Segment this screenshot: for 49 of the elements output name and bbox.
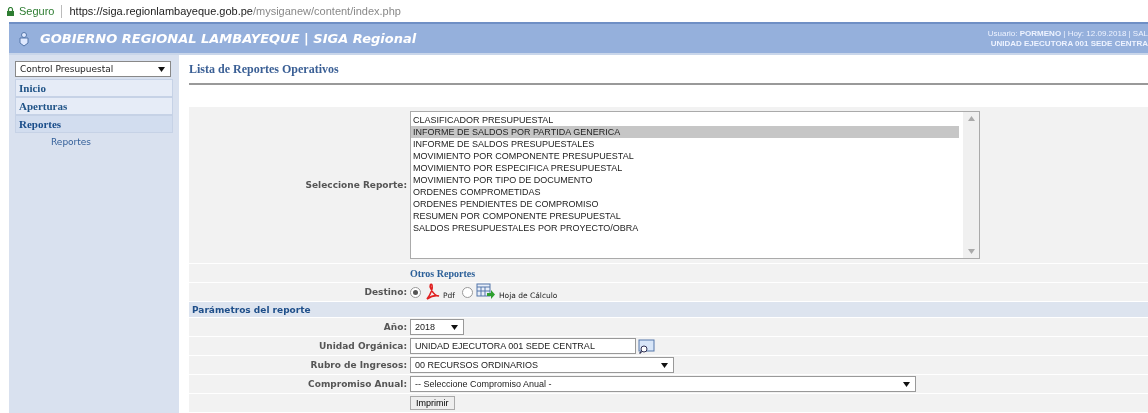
pdf-icon <box>424 283 440 301</box>
list-option[interactable]: INFORME DE SALDOS POR PARTIDA GENERICA <box>411 126 959 138</box>
caret-icon <box>451 324 458 330</box>
field-label: Año: <box>383 322 407 332</box>
security-label: Seguro <box>19 5 55 17</box>
select-field[interactable]: 2018 <box>410 319 464 335</box>
url-text[interactable]: https://siga.regionlambayeque.gob.pe/mysiganew/content/index.php <box>69 5 401 17</box>
list-option[interactable]: MOVIMIENTO POR COMPONENTE PRESUPUESTAL <box>411 150 959 162</box>
list-option[interactable]: SALDOS PRESUPUESTALES POR PROYECTO/OBRA <box>411 222 959 234</box>
report-list[interactable] <box>410 111 980 259</box>
other-reports-link[interactable]: Otros Reportes <box>410 267 476 279</box>
sidebar-item[interactable]: Inicio <box>15 79 173 97</box>
radio-button[interactable] <box>461 286 473 298</box>
page-title: Lista de Reportes Operativos <box>189 55 1148 85</box>
list-option[interactable]: INFORME DE SALDOS PRESUPUESTALES <box>411 138 959 150</box>
field-label: Rubro de Ingresos: <box>310 360 407 370</box>
list-option[interactable]: ORDENES COMPROMETIDAS <box>411 186 959 198</box>
sidebar-subitem[interactable]: Reportes <box>9 133 179 147</box>
list-option[interactable]: MOVIMIENTO POR ESPECIFICA PRESUPUESTAL <box>411 162 959 174</box>
sidebar-item[interactable]: Reportes <box>15 115 173 133</box>
print-button[interactable]: Imprimir <box>410 396 455 410</box>
scroll-up-icon[interactable] <box>967 116 975 121</box>
list-option[interactable]: MOVIMIENTO POR TIPO DE DOCUMENTO <box>411 174 959 186</box>
field-label: Compromiso Anual: <box>308 379 407 389</box>
select-field[interactable]: 00 RECURSOS ORDINARIOS <box>410 357 674 373</box>
module-select[interactable]: Control Presupuestal <box>15 61 171 77</box>
input-field[interactable]: UNIDAD EJECUTORA 001 SEDE CENTRAL <box>410 338 636 354</box>
search-icon[interactable] <box>638 338 656 354</box>
section-title: Parámetros del reporte <box>192 304 311 315</box>
scrollbar[interactable] <box>963 112 979 258</box>
scroll-down-icon[interactable] <box>967 249 975 254</box>
list-option[interactable]: CLASIFICADOR PRESUPUESTAL <box>411 114 959 126</box>
app-title: GOBIERNO REGIONAL LAMBAYEQUE | SIGA Regional <box>40 31 417 46</box>
sidebar-item[interactable]: Aperturas <box>15 97 173 115</box>
spreadsheet-icon <box>475 283 496 301</box>
list-option[interactable]: RESUMEN POR COMPONENTE PRESUPUESTAL <box>411 210 959 222</box>
lock-icon <box>7 6 14 16</box>
select-field[interactable]: -- Seleccione Compromiso Anual - <box>410 376 916 392</box>
field-label: Seleccione Reporte: <box>305 180 407 190</box>
caret-icon <box>903 381 910 387</box>
unit-name: UNIDAD EJECUTORA 001 SEDE CENTRA <box>990 38 1148 49</box>
list-option[interactable]: ORDENES PENDIENTES DE COMPROMISO <box>411 198 959 210</box>
user-info: Usuario: PORMENO | Hoy: 12.09.2018 | SAL <box>987 28 1148 39</box>
crest-icon <box>18 30 30 47</box>
radio-button[interactable] <box>410 286 421 298</box>
caret-icon <box>661 362 668 368</box>
field-label: Unidad Orgánica: <box>319 341 407 351</box>
caret-icon <box>158 66 165 72</box>
field-label: Destino: <box>364 287 407 297</box>
